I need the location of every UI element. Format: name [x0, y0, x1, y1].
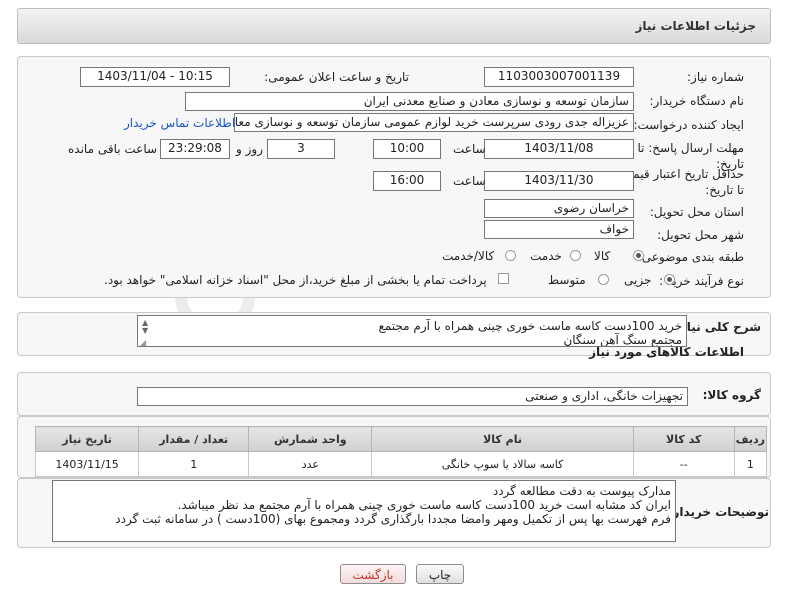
- back-button[interactable]: بازگشت: [340, 564, 406, 584]
- goods-group-label: گروه کالا:: [702, 388, 761, 402]
- city-label: شهر محل تحویل:: [657, 228, 744, 242]
- remaining-time-field: 23:29:08: [160, 139, 230, 159]
- col-item-name: نام کالا: [371, 426, 634, 452]
- purchase-option-minor: جزیی: [624, 273, 652, 287]
- buyer-org-label: نام دستگاه خریدار:: [649, 94, 745, 108]
- textarea-scroll-down-icon[interactable]: ▼: [142, 326, 148, 335]
- reply-date-field: 1403/11/08: [484, 139, 634, 159]
- announce-datetime-label: تاریخ و ساعت اعلان عمومی:: [264, 70, 409, 84]
- category-radio-goods-service[interactable]: [505, 250, 516, 261]
- category-option-goods-service: کالا/خدمت: [442, 249, 495, 263]
- col-need-date: تاریخ نیاز: [34, 426, 140, 452]
- description-textarea[interactable]: خرید 100دست کاسه ماست خوری چینی همراه با…: [137, 315, 687, 347]
- province-label: استان محل تحویل:: [649, 205, 744, 219]
- buyer-org-field: سازمان توسعه و نوسازی معادن و صنایع معدن…: [185, 92, 634, 111]
- page-title: جزئیات اطلاعات نیاز: [635, 19, 756, 33]
- col-row-number: ردیف: [733, 426, 768, 452]
- items-table: ردیف کد کالا نام کالا واحد شمارش تعداد /…: [34, 426, 768, 477]
- cell-item-name: کاسه سالاد یا سوپ خانگی: [371, 451, 634, 477]
- creator-label: ایجاد کننده درخواست:: [633, 118, 744, 132]
- category-option-service: خدمت: [530, 249, 562, 263]
- city-field: خواف: [484, 220, 634, 239]
- items-table-header: ردیف کد کالا نام کالا واحد شمارش تعداد /…: [34, 426, 768, 452]
- category-radio-goods[interactable]: [633, 250, 644, 261]
- buyer-notes-box: مدارک پیوست به دقت مطالعه گردد ایران کد …: [52, 480, 676, 542]
- table-row: 1 -- کاسه سالاد یا سوپ خانگی عدد 1 1403/…: [34, 451, 768, 477]
- cell-item-code: --: [632, 451, 735, 477]
- buyer-notes-label: توضیحات خریدار:: [667, 505, 769, 519]
- validity-time-label: ساعت: [453, 174, 486, 188]
- announce-datetime-field: 1403/11/04 - 10:15: [80, 67, 230, 87]
- treasury-payment-checkbox[interactable]: [498, 273, 509, 284]
- cell-row-number: 1: [733, 451, 768, 477]
- description-label: شرح کلی نیاز:: [675, 320, 761, 334]
- validity-date-field: 1403/11/30: [484, 171, 634, 191]
- buyer-contact-link[interactable]: اطلاعات تماس خریدار: [124, 116, 235, 130]
- reply-time-label: ساعت: [453, 142, 486, 156]
- treasury-payment-note: پرداخت تمام یا بخشی از مبلغ خرید،از محل …: [104, 273, 487, 287]
- validity-time-field: 16:00: [373, 171, 441, 191]
- goods-group-field: تجهیزات خانگی، اداری و صنعتی: [137, 387, 688, 406]
- category-option-goods: کالا: [594, 249, 611, 263]
- buyer-notes-line-3: فرم فهرست بها پس از تکمیل ومهر وامضا مجد…: [115, 512, 671, 526]
- page-title-bar: جزئیات اطلاعات نیاز: [17, 8, 771, 44]
- description-line-1: خرید 100دست کاسه ماست خوری چینی همراه با…: [378, 319, 682, 333]
- col-quantity: تعداد / مقدار: [138, 426, 250, 452]
- col-item-code: کد کالا: [632, 426, 735, 452]
- province-field: خراسان رضوی: [484, 199, 634, 218]
- creator-field: عزیزاله جدی رودی سرپرست خرید لوازم عمومی…: [234, 113, 634, 132]
- goods-section-title: اطلاعات کالاهای مورد نیاز: [589, 345, 744, 359]
- textarea-resize-icon[interactable]: ◢: [140, 338, 146, 346]
- days-label: روز و: [236, 142, 263, 156]
- cell-unit: عدد: [248, 451, 373, 477]
- cell-need-date: 1403/11/15: [34, 451, 140, 477]
- purchase-option-medium: متوسط: [548, 273, 586, 287]
- print-button[interactable]: چاپ: [416, 564, 464, 584]
- category-label: طبقه بندی موضوعی:: [637, 250, 744, 264]
- need-number-label: شماره نیاز:: [687, 70, 744, 84]
- days-field: 3: [267, 139, 335, 159]
- purchase-radio-medium[interactable]: [598, 274, 609, 285]
- col-unit: واحد شمارش: [248, 426, 373, 452]
- buyer-notes-line-2: ایران کد مشابه است خرید 100دست کاسه ماست…: [177, 498, 671, 512]
- need-number-field: 1103003007001139: [484, 67, 634, 87]
- buyer-notes-line-1: مدارک پیوست به دقت مطالعه گردد: [492, 484, 671, 498]
- purchase-radio-minor[interactable]: [664, 274, 675, 285]
- category-radio-service[interactable]: [570, 250, 581, 261]
- remaining-time-label: ساعت باقی مانده: [68, 142, 158, 156]
- cell-quantity: 1: [138, 451, 250, 477]
- reply-time-field: 10:00: [373, 139, 441, 159]
